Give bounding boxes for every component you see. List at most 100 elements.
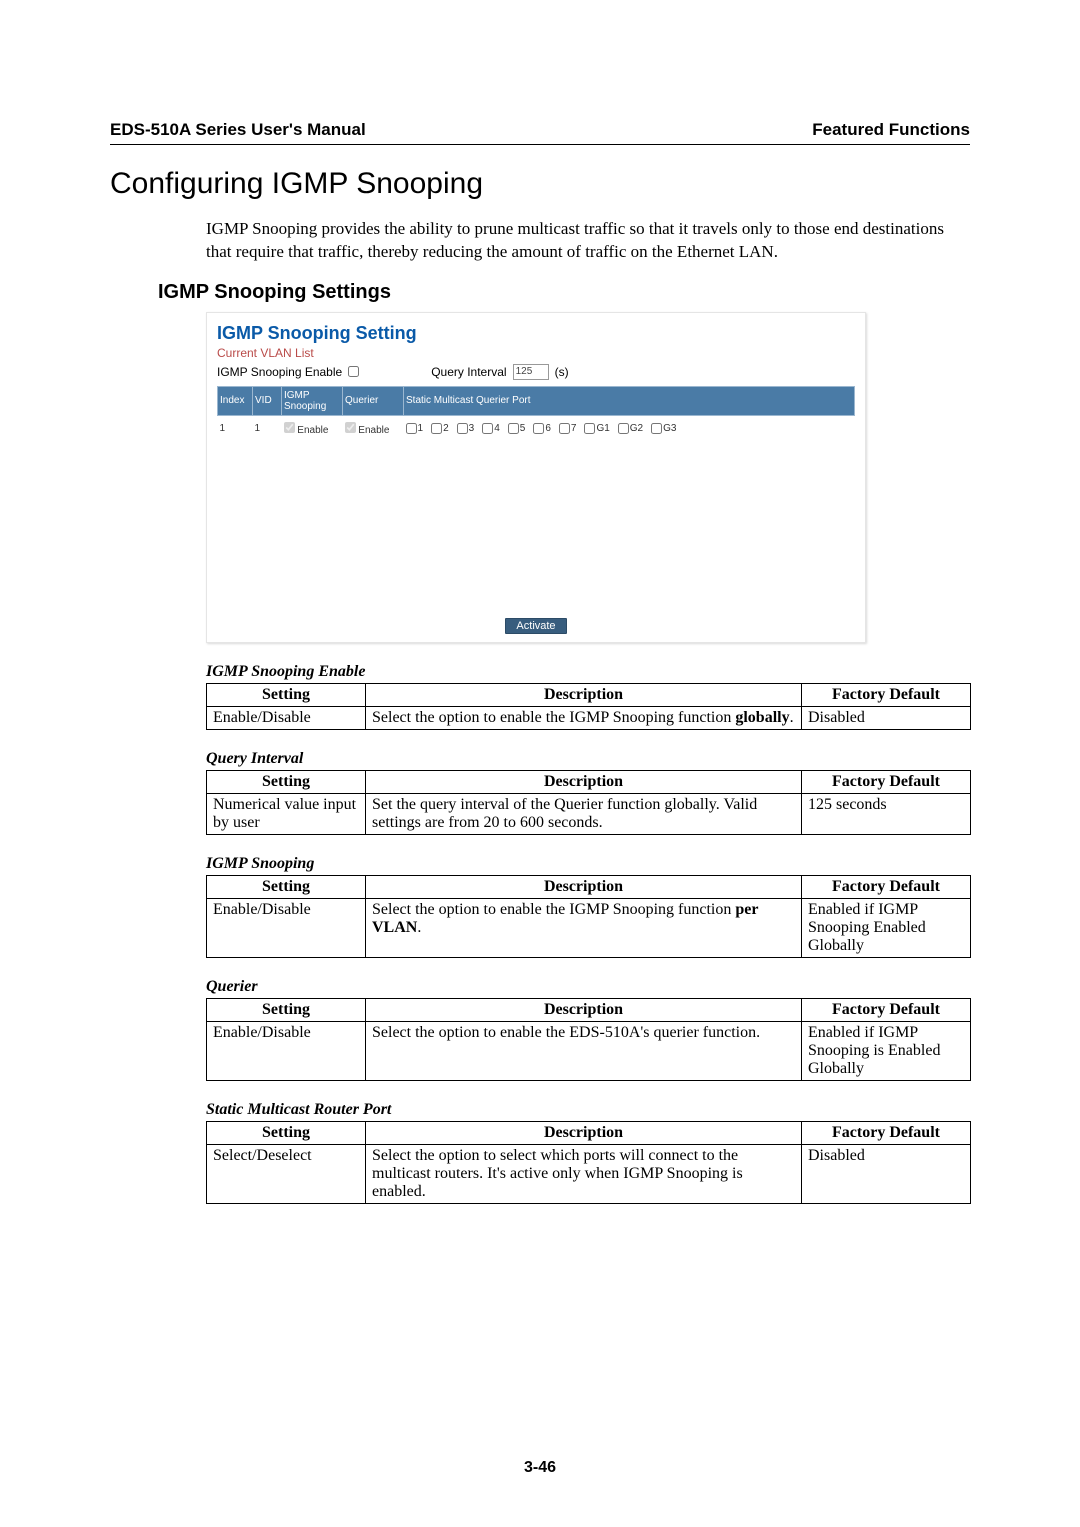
cell-setting: Select/Deselect <box>207 1144 366 1203</box>
th-description: Description <box>366 683 802 706</box>
table-querier: Setting Description Factory Default Enab… <box>206 998 971 1081</box>
table-title-snoop: IGMP Snooping <box>206 855 970 873</box>
table-static: Setting Description Factory Default Sele… <box>206 1121 971 1204</box>
cell-index: 1 <box>218 415 253 442</box>
desc-text: Select the option to enable the IGMP Sno… <box>372 901 735 918</box>
query-interval-label: Query Interval <box>431 365 506 379</box>
desc-bold: globally <box>735 709 789 726</box>
desc-text: . <box>417 919 421 936</box>
col-vid: VID <box>253 386 282 415</box>
query-interval-input[interactable] <box>513 364 549 380</box>
port-label: 6 <box>545 423 551 434</box>
table-title-static: Static Multicast Router Port <box>206 1101 970 1119</box>
cell-description: Select the option to enable the EDS-510A… <box>366 1021 802 1080</box>
port-label: 5 <box>520 423 526 434</box>
query-interval-unit: (s) <box>555 365 569 379</box>
screenshot-title: IGMP Snooping Setting <box>217 323 855 344</box>
header-left: EDS-510A Series User's Manual <box>110 120 366 140</box>
table-title-querier: Querier <box>206 978 970 996</box>
port-label: 4 <box>494 423 500 434</box>
row-querier-label: Enable <box>358 425 389 436</box>
cell-setting: Numerical value input by user <box>207 793 366 834</box>
cell-igmp: Enable <box>282 415 343 442</box>
table-row: Enable/Disable Select the option to enab… <box>207 706 971 729</box>
cell-default: Disabled <box>802 706 971 729</box>
th-default: Factory Default <box>802 875 971 898</box>
table-row: 1 1 Enable Enable 1 2 3 4 5 <box>218 415 855 442</box>
port-label: 2 <box>443 423 449 434</box>
th-setting: Setting <box>207 1121 366 1144</box>
desc-text: Select the option to enable the IGMP Sno… <box>372 709 735 726</box>
igmp-screenshot: IGMP Snooping Setting Current VLAN List … <box>206 312 866 643</box>
th-default: Factory Default <box>802 1121 971 1144</box>
cell-description: Select the option to enable the IGMP Sno… <box>366 898 802 957</box>
table-title-enable: IGMP Snooping Enable <box>206 663 970 681</box>
port-label: G1 <box>596 423 609 434</box>
screenshot-subtitle: Current VLAN List <box>217 346 855 360</box>
th-setting: Setting <box>207 770 366 793</box>
th-setting: Setting <box>207 875 366 898</box>
cell-vid: 1 <box>253 415 282 442</box>
port-g2-checkbox[interactable] <box>618 423 629 434</box>
port-g3-checkbox[interactable] <box>651 423 662 434</box>
cell-querier: Enable <box>343 415 404 442</box>
cell-description: Select the option to select which ports … <box>366 1144 802 1203</box>
col-index: Index <box>218 386 253 415</box>
activate-button[interactable]: Activate <box>505 618 566 634</box>
port-7-checkbox[interactable] <box>559 423 570 434</box>
th-setting: Setting <box>207 683 366 706</box>
page-number: 3-46 <box>0 1459 1080 1477</box>
cell-default: Enabled if IGMP Snooping Enabled Globall… <box>802 898 971 957</box>
col-static: Static Multicast Querier Port <box>404 386 855 415</box>
page-title: Configuring IGMP Snooping <box>110 167 970 201</box>
th-default: Factory Default <box>802 998 971 1021</box>
intro-paragraph: IGMP Snooping provides the ability to pr… <box>206 218 970 264</box>
cell-setting: Enable/Disable <box>207 898 366 957</box>
table-row: Select/Deselect Select the option to sel… <box>207 1144 971 1203</box>
table-snoop: Setting Description Factory Default Enab… <box>206 875 971 958</box>
header-right: Featured Functions <box>812 120 970 140</box>
table-query: Setting Description Factory Default Nume… <box>206 770 971 835</box>
cell-setting: Enable/Disable <box>207 706 366 729</box>
port-label: 7 <box>571 423 577 434</box>
table-row: Enable/Disable Select the option to enab… <box>207 1021 971 1080</box>
cell-default: Enabled if IGMP Snooping is Enabled Glob… <box>802 1021 971 1080</box>
table-row: Enable/Disable Select the option to enab… <box>207 898 971 957</box>
port-label: 3 <box>469 423 475 434</box>
table-row: Numerical value input by user Set the qu… <box>207 793 971 834</box>
port-5-checkbox[interactable] <box>508 423 519 434</box>
vlan-table: Index VID IGMP Snooping Querier Static M… <box>217 386 855 442</box>
table-title-query: Query Interval <box>206 750 970 768</box>
port-1-checkbox[interactable] <box>406 423 417 434</box>
port-4-checkbox[interactable] <box>482 423 493 434</box>
port-3-checkbox[interactable] <box>457 423 468 434</box>
cell-default: Disabled <box>802 1144 971 1203</box>
port-label: G3 <box>663 423 676 434</box>
row-igmp-label: Enable <box>297 425 328 436</box>
th-description: Description <box>366 875 802 898</box>
row-querier-checkbox[interactable] <box>345 422 356 433</box>
port-6-checkbox[interactable] <box>533 423 544 434</box>
th-default: Factory Default <box>802 683 971 706</box>
cell-default: 125 seconds <box>802 793 971 834</box>
port-2-checkbox[interactable] <box>431 423 442 434</box>
igmp-enable-label: IGMP Snooping Enable <box>217 365 342 379</box>
col-igmp: IGMP Snooping <box>282 386 343 415</box>
cell-description: Select the option to enable the IGMP Sno… <box>366 706 802 729</box>
th-description: Description <box>366 770 802 793</box>
cell-setting: Enable/Disable <box>207 1021 366 1080</box>
row-igmp-checkbox[interactable] <box>284 422 295 433</box>
th-default: Factory Default <box>802 770 971 793</box>
igmp-enable-checkbox[interactable] <box>348 366 359 377</box>
th-description: Description <box>366 998 802 1021</box>
cell-ports: 1 2 3 4 5 6 7 G1 G2 G3 <box>404 415 855 442</box>
th-description: Description <box>366 1121 802 1144</box>
table-enable: Setting Description Factory Default Enab… <box>206 683 971 730</box>
col-querier: Querier <box>343 386 404 415</box>
page-header: EDS-510A Series User's Manual Featured F… <box>110 120 970 145</box>
port-g1-checkbox[interactable] <box>584 423 595 434</box>
desc-text: . <box>790 709 794 726</box>
section-heading: IGMP Snooping Settings <box>158 281 970 304</box>
th-setting: Setting <box>207 998 366 1021</box>
cell-description: Set the query interval of the Querier fu… <box>366 793 802 834</box>
